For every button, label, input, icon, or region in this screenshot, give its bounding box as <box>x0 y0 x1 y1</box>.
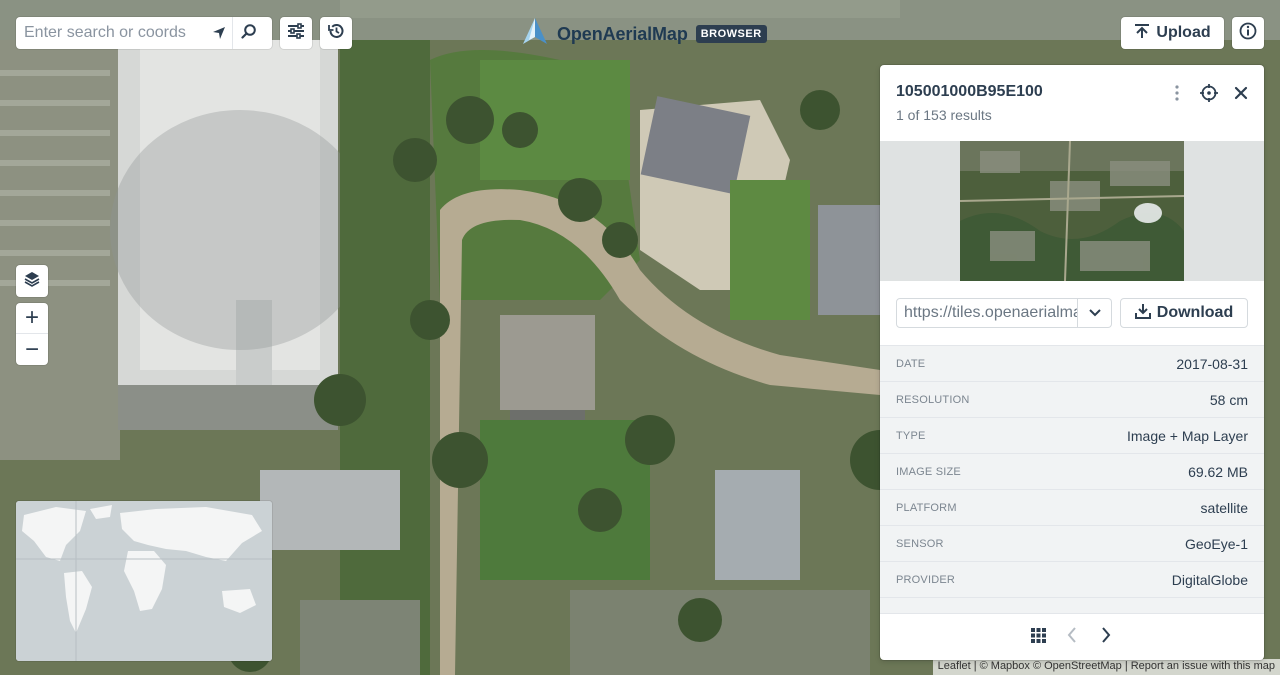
history-icon <box>327 22 345 45</box>
chevron-right-icon[interactable] <box>1098 627 1114 643</box>
sliders-icon <box>287 22 305 44</box>
metadata-list: DATE 2017-08-31 RESOLUTION 58 cm TYPE Image… <box>880 345 1264 614</box>
metadata-key: IMAGE SIZE <box>896 465 961 478</box>
metadata-value: 69.62 MB <box>1188 463 1248 480</box>
brand-name: OpenAerialMap <box>557 23 688 44</box>
metadata-row: PROVIDER DigitalGlobe <box>880 562 1264 598</box>
header-actions <box>1168 83 1250 103</box>
download-label: Download <box>1156 304 1234 321</box>
layers-button[interactable] <box>16 265 48 297</box>
upload-button[interactable]: Upload <box>1121 17 1224 49</box>
zoom-control: + − <box>16 303 48 365</box>
browser-badge: BROWSER <box>695 25 767 43</box>
close-icon[interactable] <box>1232 83 1250 103</box>
metadata-row: TYPE Image + Map Layer <box>880 418 1264 454</box>
report-issue-link[interactable]: Report an issue with this map <box>1131 660 1275 675</box>
image-thumbnail[interactable] <box>960 141 1184 281</box>
metadata-spacer <box>880 598 1264 614</box>
metadata-row: RESOLUTION 58 cm <box>880 382 1264 418</box>
world-map <box>16 501 272 661</box>
metadata-row: PLATFORM satellite <box>880 490 1264 526</box>
leaflet-link[interactable]: Leaflet <box>938 660 971 675</box>
grid-icon[interactable] <box>1030 627 1046 643</box>
info-icon <box>1239 22 1257 45</box>
tms-url-field[interactable]: https://tiles.openaerialmap.org/ <box>896 298 1078 328</box>
metadata-key: PROVIDER <box>896 573 956 586</box>
download-icon <box>1134 303 1151 324</box>
chevron-down-icon <box>1088 304 1101 322</box>
search-icon <box>240 23 257 44</box>
search-button[interactable] <box>232 17 264 49</box>
more-vertical-icon[interactable] <box>1168 83 1186 103</box>
result-panel: 105001000B95E100 1 of 153 results https:… <box>880 65 1264 660</box>
location-arrow-icon[interactable] <box>206 18 232 48</box>
download-button[interactable]: Download <box>1120 298 1248 328</box>
metadata-key: PLATFORM <box>896 501 957 514</box>
mapbox-osm-credit: | © Mapbox © OpenStreetMap | <box>973 660 1128 672</box>
crosshair-icon[interactable] <box>1200 83 1218 103</box>
thumbnail-area <box>880 141 1264 281</box>
history-button[interactable] <box>320 17 352 49</box>
filters-button[interactable] <box>280 17 312 49</box>
search-box <box>16 17 272 49</box>
metadata-row: IMAGE SIZE 69.62 MB <box>880 454 1264 490</box>
metadata-value: 58 cm <box>1209 391 1248 408</box>
panel-footer <box>880 613 1264 657</box>
metadata-key: DATE <box>896 357 926 370</box>
zoom-out-button[interactable]: − <box>16 334 48 365</box>
results-count: 1 of 153 results <box>896 107 992 123</box>
metadata-value: GeoEye-1 <box>1184 535 1248 552</box>
metadata-row: SENSOR GeoEye-1 <box>880 526 1264 562</box>
metadata-value: 2017-08-31 <box>1176 355 1248 372</box>
openaerialmap-logo-icon <box>519 16 551 53</box>
url-dropdown-button[interactable] <box>1078 298 1112 328</box>
search-input[interactable] <box>16 18 206 48</box>
zoom-in-button[interactable]: + <box>16 303 48 334</box>
tms-url-row: https://tiles.openaerialmap.org/ Downloa… <box>896 298 1248 328</box>
upload-icon <box>1134 23 1150 44</box>
metadata-value: satellite <box>1200 499 1248 516</box>
metadata-key: SENSOR <box>896 537 944 550</box>
panel-header: 105001000B95E100 1 of 153 results <box>880 65 1264 141</box>
metadata-key: RESOLUTION <box>896 393 970 406</box>
metadata-value: DigitalGlobe <box>1171 571 1248 588</box>
layers-icon <box>24 271 40 292</box>
map-attribution: Leaflet | © Mapbox © OpenStreetMap | Rep… <box>932 659 1280 675</box>
upload-label: Upload <box>1156 24 1211 41</box>
minimap[interactable] <box>16 501 272 661</box>
info-button[interactable] <box>1232 17 1264 49</box>
metadata-row: DATE 2017-08-31 <box>880 346 1264 382</box>
metadata-value: Image + Map Layer <box>1126 427 1248 444</box>
thumbnail-imagery <box>960 141 1184 281</box>
chevron-left-icon[interactable] <box>1064 627 1080 643</box>
metadata-key: TYPE <box>896 429 926 442</box>
brand[interactable]: OpenAerialMap BROWSER <box>519 16 767 53</box>
